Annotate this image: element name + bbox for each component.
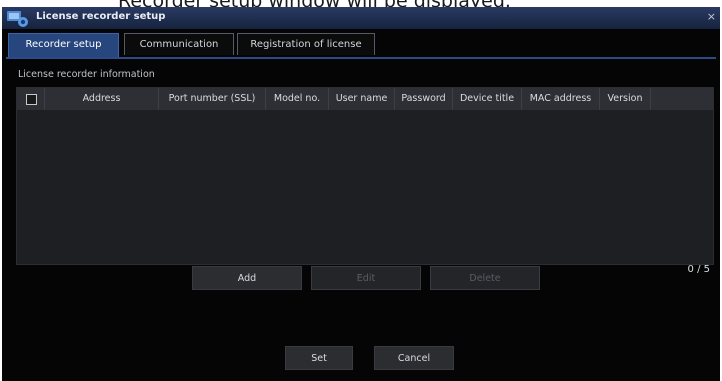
column-port-number[interactable]: Port number (SSL) xyxy=(159,88,266,110)
checkbox-icon[interactable] xyxy=(26,94,37,105)
table-header: Address Port number (SSL) Model no. User… xyxy=(17,88,713,110)
window-title: License recorder setup xyxy=(36,11,166,22)
recorder-count: 0 / 5 xyxy=(687,264,710,275)
add-button[interactable]: Add xyxy=(192,266,302,290)
title-bar: License recorder setup × xyxy=(2,7,720,29)
tab-communication[interactable]: Communication xyxy=(124,33,234,55)
cancel-button[interactable]: Cancel xyxy=(374,346,454,370)
tab-bar: Recorder setup Communication Registratio… xyxy=(6,33,716,59)
recorder-table: Address Port number (SSL) Model no. User… xyxy=(16,87,714,265)
column-address[interactable]: Address xyxy=(45,88,159,110)
section-label: License recorder information xyxy=(18,69,155,80)
tab-registration-of-license[interactable]: Registration of license xyxy=(237,33,375,55)
license-recorder-setup-window: License recorder setup × Recorder setup … xyxy=(2,7,720,381)
delete-button[interactable]: Delete xyxy=(430,266,540,290)
select-all-header xyxy=(17,88,45,110)
recorder-app-icon xyxy=(7,11,28,27)
column-mac-address[interactable]: MAC address xyxy=(522,88,600,110)
close-icon[interactable]: × xyxy=(707,10,716,23)
column-version[interactable]: Version xyxy=(600,88,651,110)
tab-recorder-setup[interactable]: Recorder setup xyxy=(8,33,119,57)
column-model-no[interactable]: Model no. xyxy=(266,88,329,110)
column-password[interactable]: Password xyxy=(395,88,453,110)
set-button[interactable]: Set xyxy=(285,346,353,370)
column-user-name[interactable]: User name xyxy=(329,88,395,110)
edit-button[interactable]: Edit xyxy=(311,266,421,290)
column-device-title[interactable]: Device title xyxy=(453,88,522,110)
